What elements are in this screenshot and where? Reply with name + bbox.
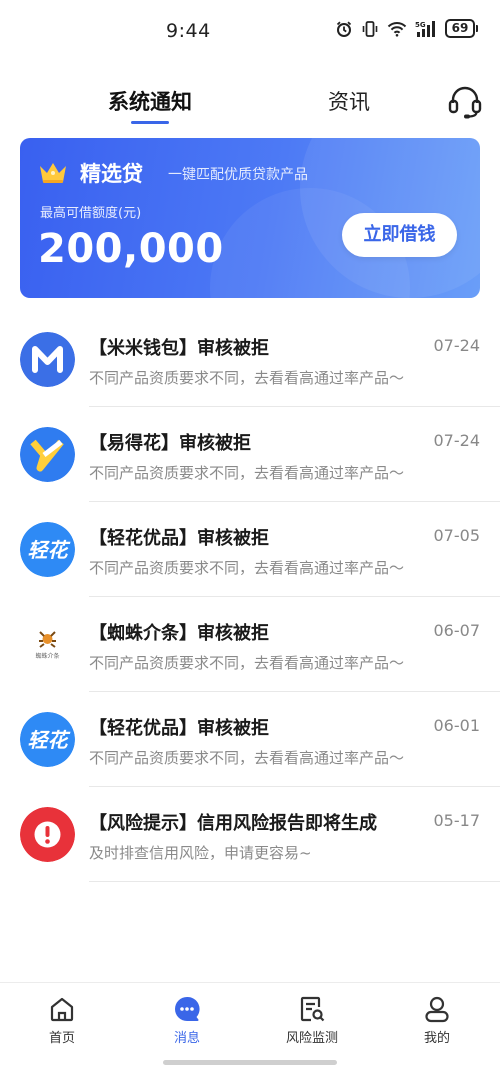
message-title: 【米米钱包】审核被拒: [89, 338, 269, 359]
credit-limit-amount: 200,000: [38, 226, 224, 272]
list-item[interactable]: 轻花 【轻花优品】审核被拒 06-01 不同产品资质要求不同，去看看高通过率产品…: [0, 692, 500, 787]
credit-limit-label: 最高可借额度(元): [40, 206, 142, 221]
list-item[interactable]: 【风险提示】信用风险报告即将生成 05-17 及时排查信用风险，申请更容易~: [0, 787, 500, 882]
tab-system-notice[interactable]: 系统通知: [108, 86, 192, 116]
banner-subtitle: 一键匹配优质贷款产品: [168, 167, 308, 183]
nav-messages[interactable]: 消息: [137, 995, 237, 1055]
user-icon: [423, 995, 451, 1023]
spider-logo: 蜘蛛介条: [20, 617, 75, 672]
message-date: 06-01: [433, 716, 481, 735]
alarm-icon: [335, 20, 353, 38]
message-date: 06-07: [433, 621, 481, 640]
nav-label: 首页: [48, 1031, 75, 1046]
status-time: 9:44: [166, 20, 211, 42]
home-icon: [48, 995, 76, 1023]
message-date: 07-24: [433, 431, 481, 450]
message-desc: 不同产品资质要求不同，去看看高通过率产品～: [89, 464, 405, 482]
banner-title: 精选贷: [80, 162, 143, 186]
list-item[interactable]: 轻花 【轻花优品】审核被拒 07-05 不同产品资质要求不同，去看看高通过率产品…: [0, 502, 500, 597]
top-tabs: 系统通知 资讯: [0, 80, 500, 130]
vibrate-icon: [361, 20, 379, 38]
message-title: 【风险提示】信用风险报告即将生成: [89, 813, 377, 834]
svg-text:蜘蛛介条: 蜘蛛介条: [35, 652, 59, 660]
yidehua-logo: [20, 427, 75, 482]
nav-profile[interactable]: 我的: [387, 995, 487, 1055]
home-indicator: [163, 1060, 337, 1065]
messages-screen: 9:44 5G 69 系统通知 资讯 精选贷 一键匹配优质贷款产品 最高可借额度…: [0, 0, 500, 1076]
tab-indicator: [131, 121, 169, 124]
qinghua-logo: 轻花: [20, 522, 75, 577]
status-bar: 9:44 5G 69: [0, 0, 500, 62]
list-item[interactable]: 【米米钱包】审核被拒 07-24 不同产品资质要求不同，去看看高通过率产品～: [0, 312, 500, 407]
nav-label: 风险监测: [285, 1031, 338, 1046]
message-date: 07-24: [433, 336, 481, 355]
message-title: 【轻花优品】审核被拒: [89, 718, 269, 739]
risk-report-icon: [298, 995, 326, 1023]
message-list: 【米米钱包】审核被拒 07-24 不同产品资质要求不同，去看看高通过率产品～ 【…: [0, 312, 500, 882]
nav-label: 我的: [423, 1031, 450, 1046]
status-icons: 5G 69: [335, 19, 478, 38]
message-title: 【蜘蛛介条】审核被拒: [89, 623, 269, 644]
nav-risk-monitor[interactable]: 风险监测: [262, 995, 362, 1055]
battery-icon: 69: [445, 19, 478, 38]
svg-text:轻花: 轻花: [28, 728, 71, 752]
nav-home[interactable]: 首页: [12, 995, 112, 1055]
headset-icon[interactable]: [446, 84, 484, 120]
message-date: 05-17: [433, 811, 481, 830]
mimi-wallet-logo: [20, 332, 75, 387]
svg-text:轻花: 轻花: [28, 538, 71, 562]
message-title: 【轻花优品】审核被拒: [89, 528, 269, 549]
battery-level: 69: [445, 19, 475, 38]
message-desc: 不同产品资质要求不同，去看看高通过率产品～: [89, 369, 405, 387]
message-desc: 不同产品资质要求不同，去看看高通过率产品～: [89, 749, 405, 767]
message-icon: [173, 995, 201, 1023]
nav-label: 消息: [173, 1031, 200, 1046]
message-desc: 不同产品资质要求不同，去看看高通过率产品～: [89, 559, 405, 577]
message-desc: 及时排查信用风险，申请更容易~: [89, 844, 312, 862]
borrow-now-button[interactable]: 立即借钱: [342, 213, 457, 257]
network-label: 5G: [415, 21, 426, 29]
list-item[interactable]: 【易得花】审核被拒 07-24 不同产品资质要求不同，去看看高通过率产品～: [0, 407, 500, 502]
loan-banner[interactable]: 精选贷 一键匹配优质贷款产品 最高可借额度(元) 200,000 立即借钱: [20, 138, 480, 298]
signal-icon: 5G: [415, 20, 437, 38]
alert-icon: [20, 807, 75, 862]
qinghua-logo: 轻花: [20, 712, 75, 767]
tab-news[interactable]: 资讯: [328, 86, 370, 116]
wifi-icon: [387, 21, 407, 37]
crown-icon: [38, 160, 68, 184]
list-item[interactable]: 蜘蛛介条 【蜘蛛介条】审核被拒 06-07 不同产品资质要求不同，去看看高通过率…: [0, 597, 500, 692]
message-desc: 不同产品资质要求不同，去看看高通过率产品～: [89, 654, 405, 672]
message-title: 【易得花】审核被拒: [89, 433, 251, 454]
message-date: 07-05: [433, 526, 481, 545]
